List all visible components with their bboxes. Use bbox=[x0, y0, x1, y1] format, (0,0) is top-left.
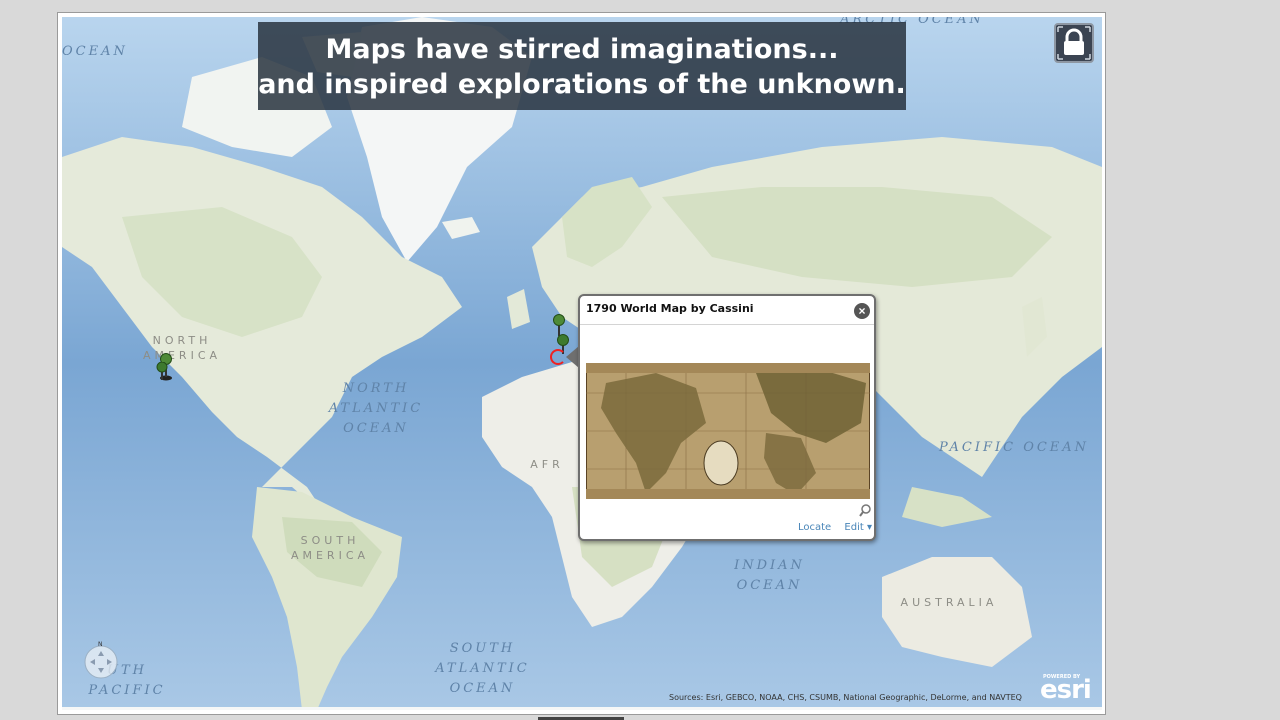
ocean-label-north-atlantic: NORTH ATLANTIC OCEAN bbox=[328, 381, 424, 436]
popup-divider bbox=[580, 324, 874, 325]
locate-link[interactable]: Locate bbox=[798, 522, 831, 533]
edit-dropdown[interactable]: Edit ▾ bbox=[844, 522, 872, 533]
pan-navigation-icon[interactable]: N bbox=[84, 641, 118, 679]
map-pin-icon[interactable] bbox=[155, 362, 169, 382]
ocean-label-pacific: PACIFIC OCEAN bbox=[938, 440, 1090, 455]
story-banner: Maps have stirred imaginations... and in… bbox=[258, 22, 906, 110]
popup-title: 1790 World Map by Cassini bbox=[586, 302, 754, 315]
banner-line-1: Maps have stirred imaginations... bbox=[325, 34, 839, 65]
popup-actions: Locate Edit ▾ bbox=[798, 522, 882, 533]
info-popup: 1790 World Map by Cassini × Locate Edit … bbox=[578, 294, 876, 541]
ocean-label-indian: INDIAN OCEAN bbox=[734, 558, 805, 593]
land-label-australia: AUSTRALIA bbox=[900, 596, 998, 609]
land-label-south-america: SOUTH AMERICA bbox=[290, 534, 370, 562]
close-icon[interactable]: × bbox=[854, 303, 870, 319]
map-attribution: Sources: Esri, GEBCO, NOAA, CHS, CSUMB, … bbox=[669, 693, 1022, 702]
lock-icon bbox=[1057, 26, 1091, 60]
land-label-north-america: NORTH AMERICA bbox=[142, 334, 222, 362]
selected-location-marker bbox=[550, 349, 566, 365]
ocean-label-top-left: OCEAN bbox=[62, 44, 128, 59]
banner-line-2: and inspired explorations of the unknown… bbox=[258, 69, 906, 100]
land-label-africa: AFR bbox=[530, 458, 564, 471]
esri-wordmark: esri bbox=[1040, 675, 1092, 705]
esri-logo[interactable]: POWERED BY esri bbox=[1040, 672, 1096, 706]
compass-north-letter: N bbox=[98, 641, 103, 648]
ocean-label-south-atlantic: SOUTH ATLANTIC OCEAN bbox=[435, 641, 530, 696]
zoom-to-icon[interactable] bbox=[859, 504, 872, 517]
lock-button[interactable] bbox=[1054, 23, 1094, 63]
cassini-map-image[interactable] bbox=[586, 363, 870, 499]
